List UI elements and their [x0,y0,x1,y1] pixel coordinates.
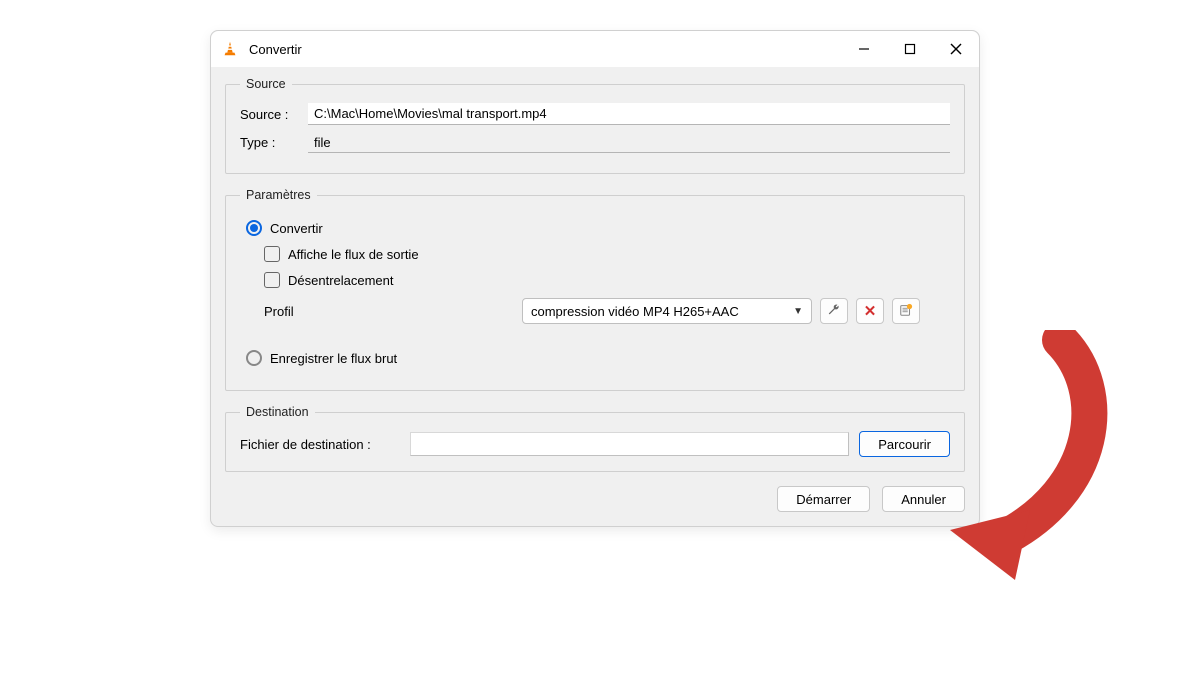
parameters-group: Paramètres Convertir Affiche le flux de … [225,188,965,391]
maximize-button[interactable] [887,31,933,67]
x-icon: ✕ [864,302,877,320]
destination-file-label: Fichier de destination : [240,437,400,452]
profile-new-button[interactable] [892,298,920,324]
radio-checked-icon [246,220,262,236]
radio-raw-stream[interactable]: Enregistrer le flux brut [246,350,950,366]
destination-legend: Destination [240,405,315,419]
source-legend: Source [240,77,292,91]
profile-select[interactable]: compression vidéo MP4 H265+AAC ▼ [522,298,812,324]
source-group: Source Source : Type : file [225,77,965,174]
convert-dialog: Convertir Source Source : Type : file [210,30,980,527]
checkbox-unchecked-icon [264,246,280,262]
source-label: Source : [240,107,308,122]
wrench-icon [827,303,841,320]
cancel-button[interactable]: Annuler [882,486,965,512]
radio-unchecked-icon [246,350,262,366]
titlebar[interactable]: Convertir [211,31,979,67]
checkbox-unchecked-icon [264,272,280,288]
minimize-button[interactable] [841,31,887,67]
checkbox-show-output-stream[interactable]: Affiche le flux de sortie [264,246,950,262]
vlc-cone-icon [221,40,239,58]
destination-group: Destination Fichier de destination : Par… [225,405,965,472]
checkbox-deinterlace-label: Désentrelacement [288,273,394,288]
type-label: Type : [240,135,308,150]
parameters-legend: Paramètres [240,188,317,202]
dialog-footer: Démarrer Annuler [225,486,965,512]
type-value: file [308,131,950,153]
checkbox-deinterlace[interactable]: Désentrelacement [264,272,950,288]
radio-raw-stream-label: Enregistrer le flux brut [270,351,397,366]
profile-delete-button[interactable]: ✕ [856,298,884,324]
start-button[interactable]: Démarrer [777,486,870,512]
dialog-body: Source Source : Type : file Paramètres C… [211,67,979,526]
destination-file-input[interactable] [410,432,849,456]
close-button[interactable] [933,31,979,67]
source-input[interactable] [308,103,950,125]
profile-label: Profil [264,304,514,319]
chevron-down-icon: ▼ [793,306,803,317]
new-profile-icon [899,303,913,320]
profile-edit-button[interactable] [820,298,848,324]
checkbox-show-output-label: Affiche le flux de sortie [288,247,419,262]
browse-button[interactable]: Parcourir [859,431,950,457]
window-title: Convertir [249,42,302,57]
radio-convert-label: Convertir [270,221,323,236]
profile-select-value: compression vidéo MP4 H265+AAC [531,304,739,319]
radio-convert[interactable]: Convertir [246,220,950,236]
window-controls [841,31,979,67]
